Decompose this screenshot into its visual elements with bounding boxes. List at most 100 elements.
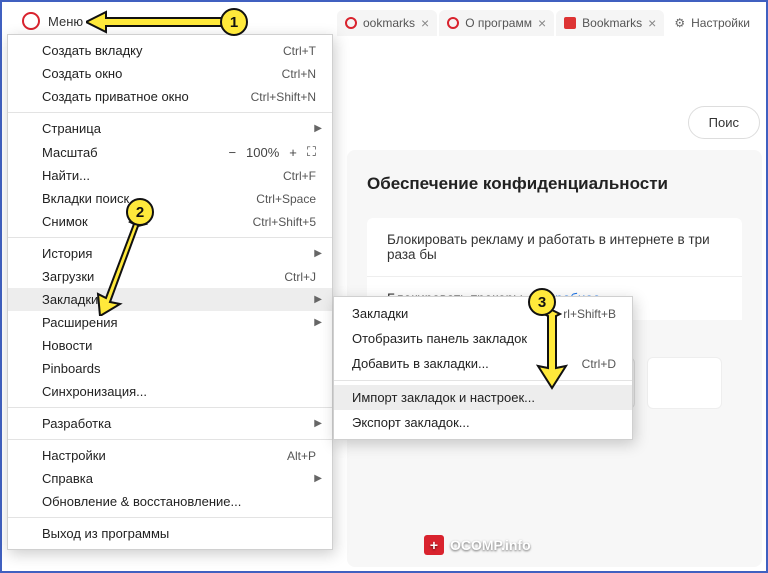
menu-update[interactable]: Обновление & восстановление... [8, 490, 332, 513]
chevron-right-icon: ▶ [314, 123, 322, 134]
menu-label: Меню [48, 14, 83, 29]
menu-bookmarks[interactable]: Закладки ▶ [8, 288, 332, 311]
chevron-right-icon: ▶ [314, 294, 322, 305]
menu-settings[interactable]: Настройки Alt+P [8, 444, 332, 467]
menu-sync[interactable]: Синхронизация... [8, 380, 332, 403]
zoom-in[interactable]: + [289, 145, 297, 160]
watermark-text: OCOMP.info [450, 537, 531, 553]
close-icon[interactable]: × [648, 15, 656, 31]
opera-icon [345, 17, 357, 29]
annotation-arrow-3 [532, 310, 572, 393]
submenu-show-bar[interactable]: Отобразить панель закладок [334, 326, 632, 351]
menu-label: Новости [42, 338, 92, 353]
gear-icon: ⚙ [674, 16, 685, 30]
menu-button[interactable]: Меню [14, 8, 91, 34]
menu-label: Разработка [42, 416, 111, 431]
annotation-callout-2: 2 [126, 198, 154, 226]
shortcut: Ctrl+Shift+5 [253, 215, 316, 229]
close-icon[interactable]: × [421, 15, 429, 31]
wallpaper-light[interactable] [647, 357, 722, 409]
separator [334, 380, 632, 381]
menu-pinboards[interactable]: Pinboards [8, 357, 332, 380]
shortcut: Ctrl+Space [256, 192, 316, 206]
menu-new-tab[interactable]: Создать вкладку Ctrl+T [8, 39, 332, 62]
tab-bookmarks-2[interactable]: Bookmarks × [556, 10, 664, 36]
separator [8, 439, 332, 440]
shortcut: Ctrl+D [582, 357, 616, 371]
annotation-callout-3: 3 [528, 288, 556, 316]
separator [8, 237, 332, 238]
menu-label: Обновление & восстановление... [42, 494, 241, 509]
submenu-export[interactable]: Экспорт закладок... [334, 410, 632, 435]
chevron-right-icon: ▶ [314, 317, 322, 328]
menu-downloads[interactable]: Загрузки Ctrl+J [8, 265, 332, 288]
menu-label: Создать вкладку [42, 43, 143, 58]
menu-dev[interactable]: Разработка ▶ [8, 412, 332, 435]
menu-new-private[interactable]: Создать приватное окно Ctrl+Shift+N [8, 85, 332, 108]
tab-label: Настройки [691, 16, 750, 30]
menu-label: Найти... [42, 168, 90, 183]
opera-icon [447, 17, 459, 29]
submenu-bookmarks[interactable]: Закладки rl+Shift+B [334, 301, 632, 326]
tab-label: Bookmarks [582, 16, 642, 30]
shortcut: Ctrl+J [284, 270, 316, 284]
tab-about[interactable]: О программ × [439, 10, 554, 36]
tab-label: О программ [465, 16, 532, 30]
privacy-heading: Обеспечение конфиденциальности [367, 174, 742, 194]
opera-icon [22, 12, 40, 30]
separator [8, 112, 332, 113]
menu-label: Отобразить панель закладок [352, 331, 527, 346]
menu-exit[interactable]: Выход из программы [8, 522, 332, 545]
menu-label: Загрузки [42, 269, 94, 284]
menu-label: Экспорт закладок... [352, 415, 470, 430]
submenu-add-bookmark[interactable]: Добавить в закладки... Ctrl+D [334, 351, 632, 376]
bookmarks-submenu: Закладки rl+Shift+B Отобразить панель за… [333, 296, 633, 440]
menu-label: Масштаб [42, 145, 98, 160]
menu-label: Настройки [42, 448, 106, 463]
menu-news[interactable]: Новости [8, 334, 332, 357]
fullscreen-icon[interactable]: ⛶ [307, 144, 316, 160]
chevron-right-icon: ▶ [314, 418, 322, 429]
menu-label: Справка [42, 471, 93, 486]
chevron-right-icon: ▶ [314, 248, 322, 259]
menu-zoom[interactable]: Масштаб − 100% + ⛶ [8, 140, 332, 164]
zoom-value: 100% [246, 145, 279, 160]
shortcut: Ctrl+F [283, 169, 316, 183]
shortcut: Alt+P [287, 449, 316, 463]
main-menu: Создать вкладку Ctrl+T Создать окно Ctrl… [7, 34, 333, 550]
separator [8, 517, 332, 518]
search-button[interactable]: Поис [688, 106, 760, 139]
menu-label: Pinboards [42, 361, 101, 376]
menu-label: Вкладки поиск [42, 191, 129, 206]
tab-strip: ookmarks × О программ × Bookmarks × ⚙ На… [337, 10, 758, 36]
menu-tab-search[interactable]: Вкладки поиск Ctrl+Space [8, 187, 332, 210]
menu-label: Страница [42, 121, 101, 136]
menu-page[interactable]: Страница ▶ [8, 117, 332, 140]
menu-label: Закладки [42, 292, 98, 307]
menu-find[interactable]: Найти... Ctrl+F [8, 164, 332, 187]
menu-new-window[interactable]: Создать окно Ctrl+N [8, 62, 332, 85]
tab-bookmarks-1[interactable]: ookmarks × [337, 10, 437, 36]
menu-label: Создать окно [42, 66, 122, 81]
submenu-import[interactable]: Импорт закладок и настроек... [334, 385, 632, 410]
shortcut: Ctrl+Shift+N [251, 90, 316, 104]
separator [8, 407, 332, 408]
watermark-badge: + [424, 535, 444, 555]
menu-snapshot[interactable]: Снимок Ctrl+Shift+5 [8, 210, 332, 233]
close-icon[interactable]: × [538, 15, 546, 31]
menu-extensions[interactable]: Расширения ▶ [8, 311, 332, 334]
menu-label: Создать приватное окно [42, 89, 189, 104]
menu-label: Закладки [352, 306, 408, 321]
shortcut: Ctrl+T [283, 44, 316, 58]
block-ads-row[interactable]: Блокировать рекламу и работать в интерне… [367, 218, 742, 276]
menu-help[interactable]: Справка ▶ [8, 467, 332, 490]
menu-history[interactable]: История ▶ [8, 242, 332, 265]
menu-label: Выход из программы [42, 526, 169, 541]
menu-label: Добавить в закладки... [352, 356, 489, 371]
annotation-arrow-2 [94, 216, 154, 319]
menu-label: Синхронизация... [42, 384, 147, 399]
tab-settings[interactable]: ⚙ Настройки [666, 11, 758, 35]
menu-label: Снимок [42, 214, 88, 229]
zoom-out[interactable]: − [228, 145, 236, 160]
annotation-callout-1: 1 [220, 8, 248, 36]
